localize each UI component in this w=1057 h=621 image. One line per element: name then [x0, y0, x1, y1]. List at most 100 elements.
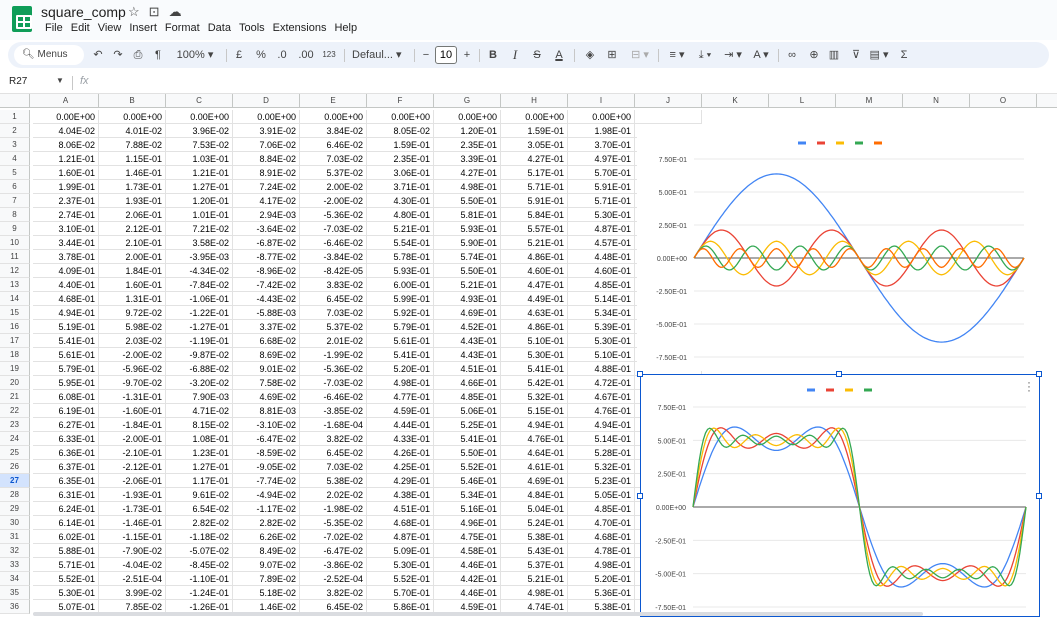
cell[interactable]: 1.59E-01	[501, 124, 568, 138]
cell[interactable]: 8.49E-02	[233, 544, 300, 558]
more-options-icon[interactable]: · · ·	[1027, 376, 1031, 396]
cell[interactable]: 8.84E-02	[233, 152, 300, 166]
cell[interactable]: 5.17E-01	[501, 166, 568, 180]
cell[interactable]: 5.70E-01	[367, 586, 434, 600]
cell[interactable]: 6.26E-02	[233, 530, 300, 544]
cell[interactable]: 5.14E-01	[568, 432, 635, 446]
cell[interactable]: 4.71E-02	[166, 404, 233, 418]
cell[interactable]: 4.09E-01	[33, 264, 99, 278]
row-header[interactable]: 26	[0, 460, 30, 474]
cell[interactable]: 5.50E-01	[434, 194, 501, 208]
cell[interactable]: 5.06E-01	[434, 404, 501, 418]
cell[interactable]: 5.36E-01	[568, 586, 635, 600]
cell[interactable]: 5.99E-01	[367, 292, 434, 306]
cell[interactable]: 4.27E-01	[434, 166, 501, 180]
cell[interactable]: 6.36E-01	[33, 446, 99, 460]
cell[interactable]: 5.25E-01	[434, 418, 501, 432]
row-header[interactable]: 25	[0, 446, 30, 460]
cell[interactable]: 2.82E-02	[233, 516, 300, 530]
cell[interactable]: 2.00E-01	[99, 250, 166, 264]
cell[interactable]: 4.76E-01	[501, 432, 568, 446]
increase-decimal-button[interactable]: .00	[296, 42, 316, 68]
cell[interactable]: 4.52E-01	[434, 320, 501, 334]
cell[interactable]: 5.16E-01	[434, 502, 501, 516]
cell[interactable]: 3.06E-01	[367, 166, 434, 180]
cell[interactable]: 1.27E-01	[166, 460, 233, 474]
cell[interactable]: 5.74E-01	[434, 250, 501, 264]
cell[interactable]: 4.48E-01	[568, 250, 635, 264]
cell[interactable]: 1.98E-01	[568, 124, 635, 138]
cell[interactable]: -2.52E-04	[300, 572, 367, 586]
currency-button[interactable]: £	[232, 42, 246, 68]
cell[interactable]: 1.59E-01	[367, 138, 434, 152]
filter-views-icon[interactable]: ▤ ▾	[866, 42, 892, 68]
cell[interactable]: -3.64E-02	[233, 222, 300, 236]
cell[interactable]: 4.76E-01	[568, 404, 635, 418]
select-all-corner[interactable]	[0, 94, 30, 108]
cell[interactable]: 4.85E-01	[568, 278, 635, 292]
row-header[interactable]: 28	[0, 488, 30, 502]
cell[interactable]: 5.05E-01	[568, 488, 635, 502]
cell[interactable]: 4.69E-02	[233, 390, 300, 404]
column-header-b[interactable]: B	[99, 94, 166, 108]
cell[interactable]: 4.30E-01	[367, 194, 434, 208]
cell[interactable]: 5.91E-01	[568, 180, 635, 194]
row-header[interactable]: 17	[0, 334, 30, 348]
cell[interactable]: 9.72E-02	[99, 306, 166, 320]
cell[interactable]: 6.68E-02	[233, 334, 300, 348]
cloud-status-icon[interactable]: ☁	[169, 4, 182, 20]
cell[interactable]: 5.21E-01	[434, 278, 501, 292]
insert-chart-icon[interactable]: ▥	[826, 42, 842, 68]
cell[interactable]: 5.37E-02	[300, 320, 367, 334]
cell[interactable]: 5.30E-01	[367, 558, 434, 572]
undo-icon[interactable]: ↶	[90, 42, 106, 68]
cell[interactable]: 7.88E-02	[99, 138, 166, 152]
cell[interactable]: -7.90E-02	[99, 544, 166, 558]
cell[interactable]: 4.75E-01	[434, 530, 501, 544]
row-header[interactable]: 23	[0, 418, 30, 432]
cell[interactable]: -8.42E-05	[300, 264, 367, 278]
cell[interactable]: 5.19E-01	[33, 320, 99, 334]
cell[interactable]: 1.60E-01	[33, 166, 99, 180]
cell[interactable]: 2.35E-01	[434, 138, 501, 152]
cell[interactable]: 5.79E-01	[33, 362, 99, 376]
row-header[interactable]: 32	[0, 544, 30, 558]
cell[interactable]: 5.34E-01	[434, 488, 501, 502]
cell[interactable]: 4.69E-01	[501, 474, 568, 488]
cell[interactable]: 4.86E-01	[501, 250, 568, 264]
cell[interactable]: -3.85E-02	[300, 404, 367, 418]
decrease-decimal-button[interactable]: .0	[274, 42, 290, 68]
cell[interactable]: 1.03E-01	[166, 152, 233, 166]
cell[interactable]: 3.82E-02	[300, 432, 367, 446]
cell[interactable]: 5.37E-02	[300, 166, 367, 180]
row-header[interactable]: 6	[0, 180, 30, 194]
row-header[interactable]: 36	[0, 600, 30, 614]
cell[interactable]: 5.20E-01	[367, 362, 434, 376]
cell[interactable]: 5.41E-01	[434, 432, 501, 446]
cell[interactable]: 5.37E-01	[501, 558, 568, 572]
cell[interactable]: 2.00E-02	[300, 180, 367, 194]
cell[interactable]: -1.06E-01	[166, 292, 233, 306]
cell[interactable]: 5.21E-01	[367, 222, 434, 236]
cell[interactable]: 4.44E-01	[367, 418, 434, 432]
cell[interactable]: 8.06E-02	[33, 138, 99, 152]
cell[interactable]: 4.87E-01	[568, 222, 635, 236]
cell[interactable]: 5.52E-01	[33, 572, 99, 586]
cell[interactable]: 5.21E-01	[501, 236, 568, 250]
menu-help[interactable]: Help	[330, 22, 361, 34]
cell[interactable]: 5.30E-01	[568, 208, 635, 222]
cell[interactable]: 7.24E-02	[233, 180, 300, 194]
cell[interactable]: 7.03E-02	[300, 306, 367, 320]
cell[interactable]: 0.00E+00	[33, 110, 99, 124]
cell[interactable]: 2.94E-03	[233, 208, 300, 222]
redo-icon[interactable]: ↷	[110, 42, 126, 68]
cell[interactable]: 5.90E-01	[434, 236, 501, 250]
column-header-k[interactable]: K	[702, 94, 769, 108]
menu-format[interactable]: Format	[161, 22, 204, 34]
cell[interactable]: 5.32E-01	[501, 390, 568, 404]
cell[interactable]: 4.33E-01	[367, 432, 434, 446]
cell[interactable]: -1.17E-02	[233, 502, 300, 516]
cell[interactable]: -1.18E-02	[166, 530, 233, 544]
cell[interactable]: 4.67E-01	[568, 390, 635, 404]
cell[interactable]: 4.51E-01	[434, 362, 501, 376]
